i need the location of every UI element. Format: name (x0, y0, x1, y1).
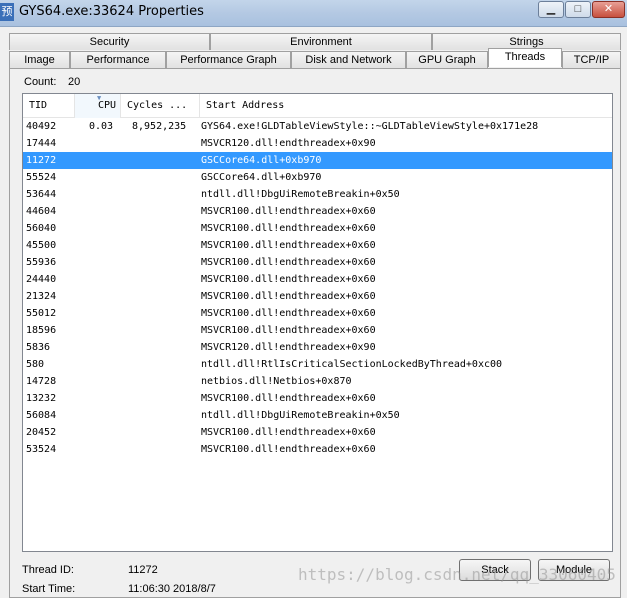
table-row[interactable]: 14728 netbios.dll!Netbios+0x870 (23, 373, 612, 390)
cell-tid: 55524 (26, 172, 57, 183)
column-header-cpu[interactable]: ▼ CPU (75, 94, 121, 118)
count-label: Count: (24, 76, 57, 88)
cell-tid: 11272 (26, 155, 57, 166)
cell-tid: 17444 (26, 138, 57, 149)
stack-button[interactable]: Stack (459, 559, 531, 581)
table-row[interactable]: 55012 MSVCR100.dll!endthreadex+0x60 (23, 305, 612, 322)
cell-start-address: MSVCR100.dll!endthreadex+0x60 (201, 274, 376, 285)
cell-tid: 44604 (26, 206, 57, 217)
list-header: TID ▼ CPU Cycles ... Start Address (23, 94, 612, 118)
title-bar[interactable]: 预 GYS64.exe:33624 Properties ▁ □ ✕ (0, 0, 627, 27)
table-row[interactable]: 13232 MSVCR100.dll!endthreadex+0x60 (23, 390, 612, 407)
threads-list[interactable]: TID ▼ CPU Cycles ... Start Address 40492… (22, 93, 613, 552)
cell-tid: 55936 (26, 257, 57, 268)
cell-tid: 40492 (26, 121, 57, 132)
table-row[interactable]: 21324 MSVCR100.dll!endthreadex+0x60 (23, 288, 612, 305)
table-row[interactable]: 56040 MSVCR100.dll!endthreadex+0x60 (23, 220, 612, 237)
cell-start-address: MSVCR100.dll!endthreadex+0x60 (201, 427, 376, 438)
cell-start-address: MSVCR100.dll!endthreadex+0x60 (201, 240, 376, 251)
window-title: GYS64.exe:33624 Properties (19, 4, 204, 19)
close-button[interactable]: ✕ (592, 1, 625, 18)
cell-tid: 24440 (26, 274, 57, 285)
column-header-cycles[interactable]: Cycles ... (121, 94, 200, 118)
column-header-tid[interactable]: TID (23, 94, 75, 118)
cell-tid: 53524 (26, 444, 57, 455)
table-row[interactable]: 40492 0.03 8,952,235 GYS64.exe!GLDTableView… (23, 118, 612, 135)
cell-tid: 13232 (26, 393, 57, 404)
cell-cpu: 0.03 (89, 121, 114, 132)
cell-cycles: 8,952,235 (132, 121, 187, 132)
table-row[interactable]: 580 ntdll.dll!RtlIsCriticalSectionLockedB… (23, 356, 612, 373)
cell-tid: 5836 (26, 342, 51, 353)
table-row[interactable]: 53524 MSVCR100.dll!endthreadex+0x60 (23, 441, 612, 458)
cell-tid: 45500 (26, 240, 57, 251)
cell-tid: 55012 (26, 308, 57, 319)
tab-performance[interactable]: Performance (70, 51, 166, 68)
cell-start-address: netbios.dll!Netbios+0x870 (201, 376, 352, 387)
start-time-value: 11:06:30 2018/8/7 (128, 583, 216, 595)
table-row[interactable]: 56084 ntdll.dll!DbgUiRemoteBreakin+0x50 (23, 407, 612, 424)
tab-threads[interactable]: Threads (488, 48, 562, 67)
thread-id-value: 11272 (128, 564, 158, 576)
cell-tid: 21324 (26, 291, 57, 302)
cell-start-address: MSVCR100.dll!endthreadex+0x60 (201, 223, 376, 234)
table-row[interactable]: 20452 MSVCR100.dll!endthreadex+0x60 (23, 424, 612, 441)
tab-performance-graph[interactable]: Performance Graph (166, 51, 291, 68)
table-row[interactable]: 53644 ntdll.dll!DbgUiRemoteBreakin+0x50 (23, 186, 612, 203)
tab-image[interactable]: Image (9, 51, 70, 68)
cell-start-address: ntdll.dll!DbgUiRemoteBreakin+0x50 (201, 189, 400, 200)
maximize-button[interactable]: □ (565, 1, 591, 18)
start-time-label: Start Time: (22, 583, 76, 595)
table-row[interactable]: 24440 MSVCR100.dll!endthreadex+0x60 (23, 271, 612, 288)
cell-tid: 56040 (26, 223, 57, 234)
module-button[interactable]: Module (538, 559, 610, 581)
table-row[interactable]: 45500 MSVCR100.dll!endthreadex+0x60 (23, 237, 612, 254)
minimize-button[interactable]: ▁ (538, 1, 564, 18)
cell-start-address: GSCCore64.dll+0xb970 (201, 172, 322, 183)
thread-id-label: Thread ID: (22, 564, 74, 576)
table-row[interactable]: 5836 MSVCR120.dll!endthreadex+0x90 (23, 339, 612, 356)
cell-start-address: MSVCR100.dll!endthreadex+0x60 (201, 393, 376, 404)
cell-start-address: ntdll.dll!RtlIsCriticalSectionLockedByTh… (201, 359, 503, 370)
cell-start-address: ntdll.dll!DbgUiRemoteBreakin+0x50 (201, 410, 400, 421)
cell-start-address: MSVCR100.dll!endthreadex+0x60 (201, 257, 376, 268)
cell-start-address: MSVCR100.dll!endthreadex+0x60 (201, 444, 376, 455)
table-row[interactable]: 11272 GSCCore64.dll+0xb970 (23, 152, 612, 169)
cell-start-address: MSVCR120.dll!endthreadex+0x90 (201, 138, 376, 149)
table-row[interactable]: 44604 MSVCR100.dll!endthreadex+0x60 (23, 203, 612, 220)
cell-start-address: MSVCR100.dll!endthreadex+0x60 (201, 325, 376, 336)
table-row[interactable]: 55524 GSCCore64.dll+0xb970 (23, 169, 612, 186)
count-value: 20 (68, 76, 81, 88)
tab-security[interactable]: Security (9, 33, 210, 50)
cell-tid: 20452 (26, 427, 57, 438)
cell-tid: 53644 (26, 189, 57, 200)
cell-tid: 18596 (26, 325, 57, 336)
cell-start-address: GYS64.exe!GLDTableViewStyle::~GLDTableVi… (201, 121, 539, 132)
tab-disk-and-network[interactable]: Disk and Network (291, 51, 406, 68)
tab-gpu-graph[interactable]: GPU Graph (406, 51, 488, 68)
cell-start-address: MSVCR120.dll!endthreadex+0x90 (201, 342, 376, 353)
cell-start-address: MSVCR100.dll!endthreadex+0x60 (201, 206, 376, 217)
cell-start-address: MSVCR100.dll!endthreadex+0x60 (201, 291, 376, 302)
table-row[interactable]: 18596 MSVCR100.dll!endthreadex+0x60 (23, 322, 612, 339)
sort-descending-icon: ▼ (97, 94, 102, 102)
table-row[interactable]: 55936 MSVCR100.dll!endthreadex+0x60 (23, 254, 612, 271)
cell-start-address: GSCCore64.dll+0xb970 (201, 155, 322, 166)
cell-tid: 580 (26, 359, 45, 370)
app-icon: 预 (0, 3, 14, 21)
tab-tcp-ip[interactable]: TCP/IP (562, 51, 621, 68)
tab-environment[interactable]: Environment (210, 33, 432, 50)
cell-tid: 56084 (26, 410, 57, 421)
column-header-start-address[interactable]: Start Address (200, 94, 612, 118)
cell-tid: 14728 (26, 376, 57, 387)
table-row[interactable]: 17444 MSVCR120.dll!endthreadex+0x90 (23, 135, 612, 152)
cell-start-address: MSVCR100.dll!endthreadex+0x60 (201, 308, 376, 319)
